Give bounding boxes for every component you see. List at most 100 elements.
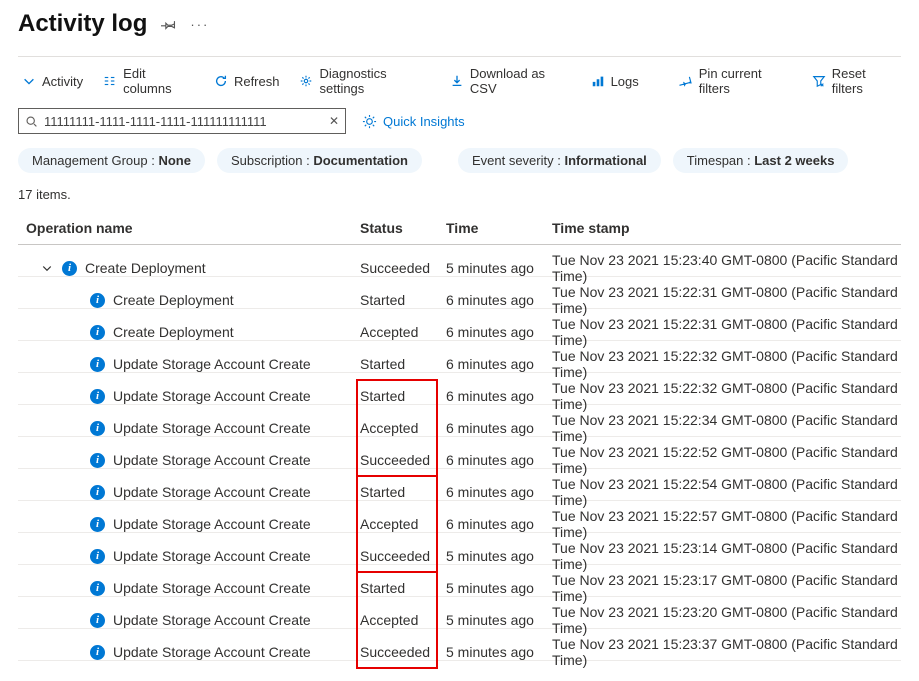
col-timestamp[interactable]: Time stamp bbox=[552, 220, 901, 236]
operation-name: Create Deployment bbox=[85, 260, 206, 276]
status-cell: Started bbox=[360, 476, 446, 508]
clear-icon[interactable]: ✕ bbox=[329, 114, 339, 128]
timestamp-cell: Tue Nov 23 2021 15:23:14 GMT-0800 (Pacif… bbox=[552, 540, 901, 572]
status-cell: Succeeded bbox=[360, 252, 446, 284]
search-input[interactable] bbox=[44, 114, 323, 129]
filter-ts-label: Timespan : bbox=[687, 153, 754, 168]
download-icon bbox=[450, 74, 464, 88]
download-label: Download as CSV bbox=[470, 66, 571, 96]
operation-cell: iUpdate Storage Account Create bbox=[26, 484, 360, 500]
filter-sub-value: Documentation bbox=[313, 153, 408, 168]
time-cell: 5 minutes ago bbox=[446, 260, 552, 276]
diagnostics-button[interactable]: Diagnostics settings bbox=[299, 66, 429, 96]
download-button[interactable]: Download as CSV bbox=[450, 66, 571, 96]
time-cell: 6 minutes ago bbox=[446, 420, 552, 436]
col-status[interactable]: Status bbox=[360, 220, 446, 236]
operation-name: Update Storage Account Create bbox=[113, 580, 311, 596]
timestamp-cell: Tue Nov 23 2021 15:22:52 GMT-0800 (Pacif… bbox=[552, 444, 901, 476]
page-header: Activity log ··· bbox=[18, 10, 901, 38]
status-cell: Started bbox=[360, 380, 446, 412]
search-box[interactable]: ✕ bbox=[18, 108, 346, 134]
operation-cell: iUpdate Storage Account Create bbox=[26, 388, 360, 404]
pin-filters-button[interactable]: Pin current filters bbox=[679, 66, 792, 96]
time-cell: 6 minutes ago bbox=[446, 356, 552, 372]
filter-severity[interactable]: Event severity : Informational bbox=[458, 148, 661, 173]
operation-name: Update Storage Account Create bbox=[113, 612, 311, 628]
operation-cell: i Update Storage Account Create bbox=[26, 612, 360, 628]
quick-insights-button[interactable]: Quick Insights bbox=[362, 114, 465, 129]
info-icon: i bbox=[90, 325, 105, 340]
refresh-label: Refresh bbox=[234, 74, 280, 89]
refresh-icon bbox=[214, 74, 228, 88]
timestamp-cell: Tue Nov 23 2021 15:22:31 GMT-0800 (Pacif… bbox=[552, 284, 901, 316]
filter-sev-label: Event severity : bbox=[472, 153, 564, 168]
toolbar: Activity Edit columns Refresh Diagnostic… bbox=[18, 56, 901, 108]
operation-cell: iUpdate Storage Account Create bbox=[26, 516, 360, 532]
table-header: Operation name Status Time Time stamp bbox=[18, 212, 901, 245]
operation-cell: iUpdate Storage Account Create bbox=[26, 420, 360, 436]
filter-mg-value: None bbox=[158, 153, 191, 168]
time-cell: 5 minutes ago bbox=[446, 612, 552, 628]
item-count: 17 items. bbox=[18, 187, 901, 202]
refresh-button[interactable]: Refresh bbox=[214, 74, 280, 89]
time-cell: 6 minutes ago bbox=[446, 388, 552, 404]
time-cell: 6 minutes ago bbox=[446, 324, 552, 340]
chevron-down-icon[interactable] bbox=[40, 262, 54, 274]
status-cell: Succeeded bbox=[360, 636, 446, 668]
operation-cell: i Update Storage Account Create bbox=[26, 644, 360, 660]
info-icon: i bbox=[90, 485, 105, 500]
status-cell: Succeeded bbox=[360, 540, 446, 572]
reset-filters-label: Reset filters bbox=[832, 66, 897, 96]
operation-cell: i Update Storage Account Create bbox=[26, 580, 360, 596]
operation-name: Update Storage Account Create bbox=[113, 548, 311, 564]
info-icon: i bbox=[90, 421, 105, 436]
diagnostics-label: Diagnostics settings bbox=[319, 66, 429, 96]
search-row: ✕ Quick Insights bbox=[18, 108, 901, 134]
status-cell: Accepted bbox=[360, 412, 446, 444]
table-body: iCreate DeploymentSucceeded5 minutes ago… bbox=[18, 245, 901, 661]
timestamp-cell: Tue Nov 23 2021 15:22:54 GMT-0800 (Pacif… bbox=[552, 476, 901, 508]
operation-cell: iUpdate Storage Account Create bbox=[26, 452, 360, 468]
col-operation[interactable]: Operation name bbox=[26, 220, 360, 236]
timestamp-cell: Tue Nov 23 2021 15:23:17 GMT-0800 (Pacif… bbox=[552, 572, 901, 604]
info-icon: i bbox=[90, 613, 105, 628]
time-cell: 6 minutes ago bbox=[446, 292, 552, 308]
activity-button[interactable]: Activity bbox=[22, 74, 83, 89]
info-icon: i bbox=[90, 581, 105, 596]
col-time[interactable]: Time bbox=[446, 220, 552, 236]
filter-row: Management Group : None Subscription : D… bbox=[18, 148, 901, 173]
filter-sev-value: Informational bbox=[564, 153, 646, 168]
reset-filters-button[interactable]: Reset filters bbox=[812, 66, 897, 96]
pin-filters-label: Pin current filters bbox=[699, 66, 792, 96]
operation-name: Update Storage Account Create bbox=[113, 356, 311, 372]
edit-columns-button[interactable]: Edit columns bbox=[103, 66, 194, 96]
status-cell: Accepted bbox=[360, 508, 446, 540]
timestamp-cell: Tue Nov 23 2021 15:23:40 GMT-0800 (Pacif… bbox=[552, 252, 901, 284]
more-icon[interactable]: ··· bbox=[190, 17, 209, 32]
timestamp-cell: Tue Nov 23 2021 15:23:37 GMT-0800 (Pacif… bbox=[552, 636, 901, 668]
time-cell: 5 minutes ago bbox=[446, 644, 552, 660]
info-icon: i bbox=[90, 645, 105, 660]
time-cell: 5 minutes ago bbox=[446, 548, 552, 564]
time-cell: 6 minutes ago bbox=[446, 484, 552, 500]
logs-label: Logs bbox=[611, 74, 639, 89]
table-row[interactable]: iCreate DeploymentSucceeded5 minutes ago… bbox=[18, 245, 901, 277]
info-icon: i bbox=[90, 357, 105, 372]
filter-ts-value: Last 2 weeks bbox=[754, 153, 834, 168]
timestamp-cell: Tue Nov 23 2021 15:22:31 GMT-0800 (Pacif… bbox=[552, 316, 901, 348]
page-title: Activity log bbox=[18, 10, 147, 38]
operation-name: Create Deployment bbox=[113, 292, 234, 308]
operation-name: Update Storage Account Create bbox=[113, 644, 311, 660]
chevron-down-icon bbox=[22, 74, 36, 88]
filter-timespan[interactable]: Timespan : Last 2 weeks bbox=[673, 148, 849, 173]
status-cell: Accepted bbox=[360, 316, 446, 348]
logs-button[interactable]: Logs bbox=[591, 74, 639, 89]
filter-subscription[interactable]: Subscription : Documentation bbox=[217, 148, 422, 173]
operation-cell: iCreate Deployment bbox=[26, 260, 360, 276]
info-icon: i bbox=[90, 389, 105, 404]
pin-icon[interactable] bbox=[161, 17, 176, 32]
operation-cell: i Update Storage Account Create bbox=[26, 356, 360, 372]
operation-cell: iCreate Deployment bbox=[26, 324, 360, 340]
timestamp-cell: Tue Nov 23 2021 15:22:57 GMT-0800 (Pacif… bbox=[552, 508, 901, 540]
filter-management-group[interactable]: Management Group : None bbox=[18, 148, 205, 173]
